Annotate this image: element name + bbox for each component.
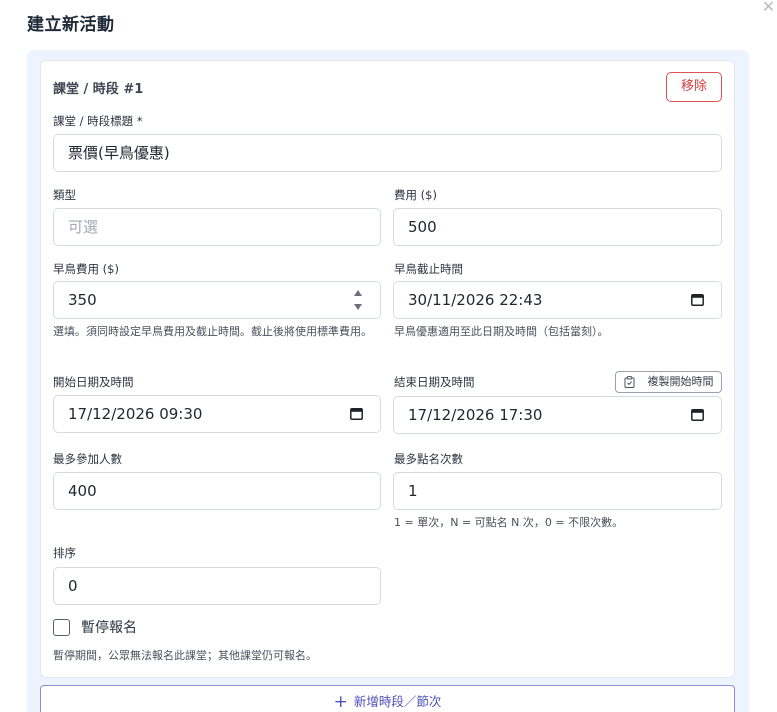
max-participants-input[interactable]: 400 [53,472,381,510]
calendar-icon[interactable] [350,407,363,420]
type-label: 類型 [53,188,76,202]
pause-registration-hint: 暫停期間，公眾無法報名此課堂；其他課堂仍可報名。 [53,649,317,662]
early-deadline-hint: 早鳥優惠適用至此日期及時間（包括當刻）。 [394,325,609,338]
remove-session-button[interactable]: 移除 [666,72,722,102]
title-input[interactable]: 票價(早鳥優惠) [53,134,722,172]
max-participants-label: 最多參加人數 [53,452,122,466]
spinner-arrows-icon[interactable] [353,289,363,311]
pause-registration-checkbox[interactable] [53,619,70,636]
plus-icon: + [333,692,348,712]
max-checkins-hint: 1 = 單次，N = 可點名 N 次，0 = 不限次數。 [394,516,624,529]
calendar-icon[interactable] [691,408,704,421]
order-label: 排序 [53,546,76,560]
end-datetime-input[interactable]: 17/12/2026 17:30 [393,396,722,434]
session-heading: 課堂 / 時段 #1 [53,82,144,97]
max-checkins-label: 最多點名次數 [394,452,463,466]
early-deadline-label: 早鳥截止時間 [394,262,463,276]
clipboard-icon [624,376,635,388]
calendar-icon[interactable] [691,293,704,306]
start-datetime-input[interactable]: 17/12/2026 09:30 [53,395,381,433]
early-fee-hint: 選填。須同時設定早鳥費用及截止時間。截止後將使用標準費用。 [53,325,372,338]
max-checkins-input[interactable]: 1 [393,472,722,510]
close-icon[interactable]: ✕ [760,0,777,15]
early-fee-label: 早鳥費用 ($) [53,262,119,276]
start-label: 開始日期及時間 [53,375,134,389]
fee-input[interactable]: 500 [393,208,722,246]
modal-title: 建立新活動 [27,15,115,35]
pause-registration-label[interactable]: 暫停報名 [81,617,137,637]
fee-label: 費用 ($) [394,188,437,202]
end-label: 結束日期及時間 [394,375,475,389]
title-label: 課堂 / 時段標題 * [53,114,143,128]
early-fee-input[interactable]: 350 [53,281,381,319]
add-session-label: 新增時段／節次 [353,694,442,709]
add-session-button[interactable]: + 新增時段／節次 [40,685,735,712]
order-input[interactable]: 0 [53,567,381,605]
type-input[interactable]: 可選 [53,208,381,246]
early-deadline-input[interactable]: 30/11/2026 22:43 [393,281,722,319]
